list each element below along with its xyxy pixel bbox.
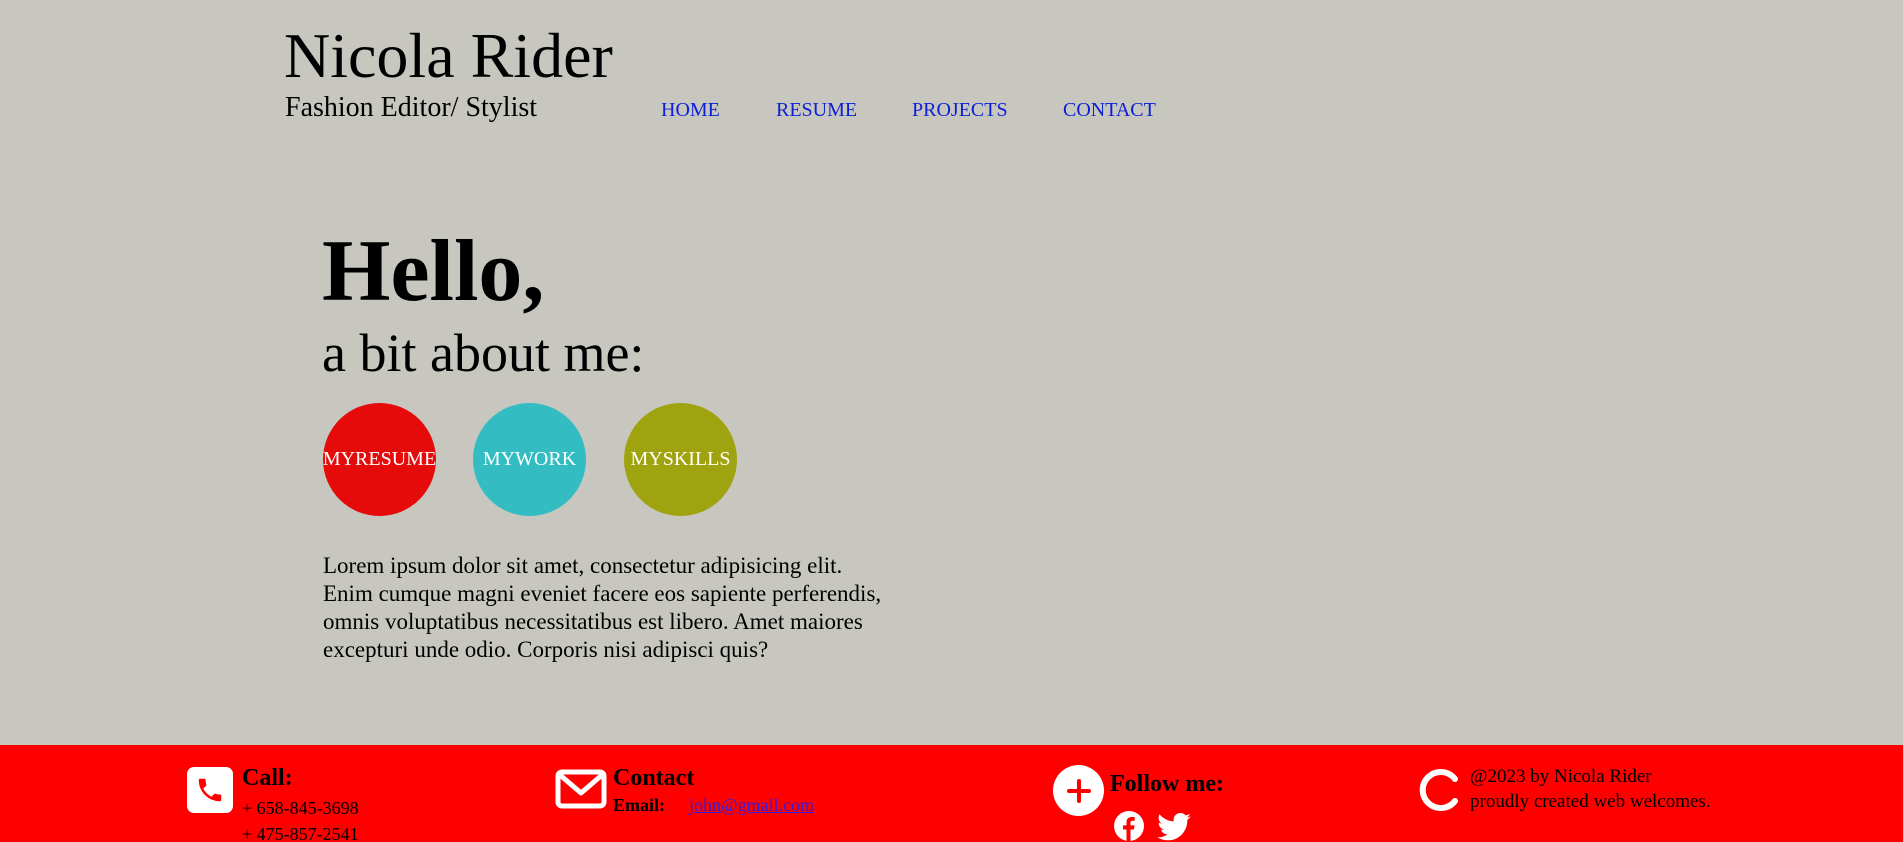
facebook-icon[interactable]	[1113, 810, 1145, 842]
my-work-button[interactable]: MYWORK	[473, 403, 586, 516]
phone-number-2: + 475-857-2541	[242, 824, 359, 842]
my-skills-button[interactable]: MYSKILLS	[624, 403, 737, 516]
email-link[interactable]: john@gmail.com	[689, 792, 814, 818]
follow-heading: Follow me:	[1110, 771, 1224, 797]
hero-greeting: Hello,	[322, 223, 545, 320]
phone-icon	[187, 767, 233, 813]
nav-home-link[interactable]: HOME	[661, 98, 720, 122]
call-heading: Call:	[242, 765, 293, 791]
plus-icon	[1053, 765, 1104, 816]
twitter-icon[interactable]	[1157, 813, 1191, 842]
site-name: Nicola Rider	[284, 20, 613, 91]
my-resume-label: MYRESUME	[322, 448, 437, 470]
contact-heading: Contact	[613, 765, 695, 791]
my-skills-label: MYSKILLS	[630, 448, 731, 470]
bio-text: Lorem ipsum dolor sit amet, consectetur …	[323, 553, 882, 662]
copyright-icon	[1418, 767, 1462, 818]
envelope-icon	[555, 769, 607, 814]
my-resume-button[interactable]: MYRESUME	[323, 403, 436, 516]
phone-number-1: + 658-845-3698	[242, 798, 359, 818]
nav-contact-link[interactable]: CONTACT	[1063, 98, 1156, 122]
nav-projects-link[interactable]: PROJECTS	[912, 98, 1008, 122]
site-footer: Call: + 658-845-3698 + 475-857-2541 Cont…	[0, 745, 1903, 842]
main-nav: HOME RESUME PROJECTS CONTACT	[0, 98, 1903, 122]
email-label: Email:	[613, 795, 665, 815]
my-work-label: MYWORK	[482, 448, 577, 470]
copyright-line-1: @2023 by Nicola Rider	[1470, 766, 1652, 787]
nav-resume-link[interactable]: RESUME	[776, 98, 857, 122]
copyright-line-2: proudly created web welcomes.	[1470, 791, 1711, 812]
hero-subheading: a bit about me:	[322, 323, 645, 383]
